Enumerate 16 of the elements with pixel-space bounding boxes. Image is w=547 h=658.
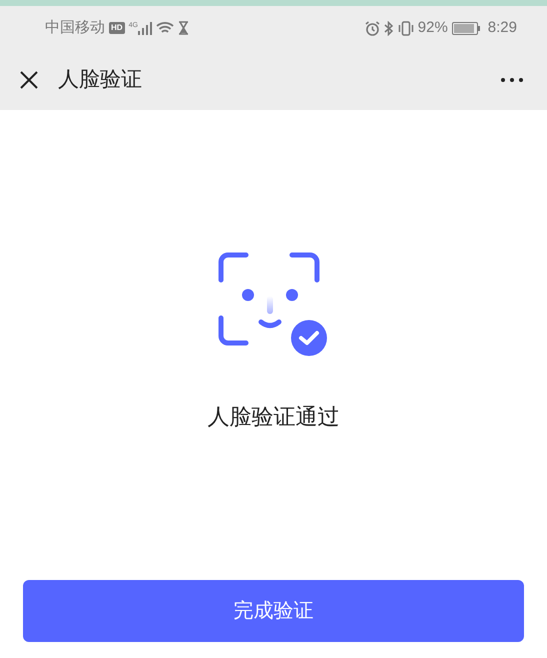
hd-badge: HD — [109, 22, 125, 34]
wifi-icon — [156, 21, 174, 35]
battery-percent: 92% — [418, 18, 448, 38]
battery-icon — [452, 22, 480, 34]
bluetooth-icon — [384, 20, 394, 36]
close-button[interactable] — [18, 69, 40, 91]
face-verified-icon — [218, 252, 330, 358]
page-title: 人脸验证 — [58, 67, 142, 94]
signal-icon — [138, 22, 152, 34]
alarm-icon — [364, 20, 380, 36]
finish-button[interactable]: 完成验证 — [23, 580, 524, 642]
hourglass-icon — [178, 21, 189, 35]
result-message: 人脸验证通过 — [208, 403, 340, 431]
vibrate-icon — [398, 20, 414, 36]
clock-time: 8:29 — [488, 18, 517, 38]
carrier-name: 中国移动 — [45, 18, 105, 38]
